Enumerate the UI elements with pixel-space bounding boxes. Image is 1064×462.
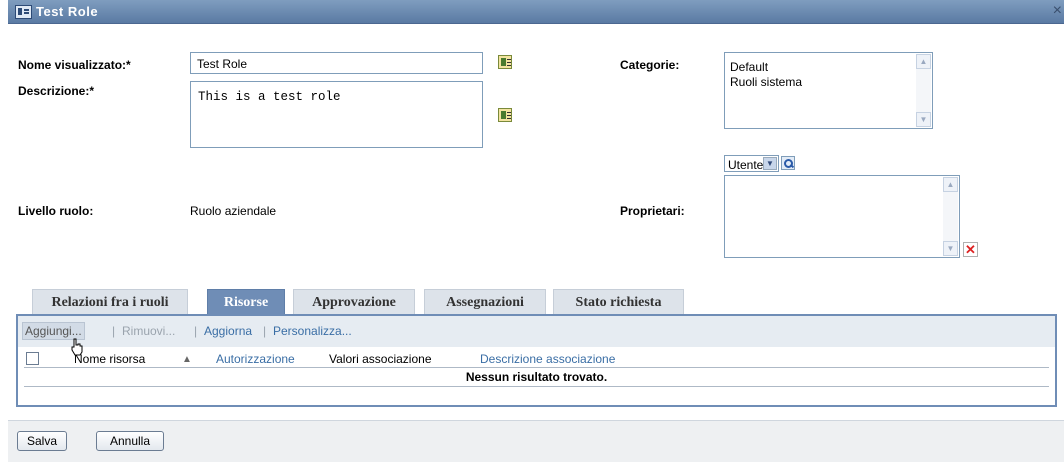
close-icon[interactable]: × bbox=[1053, 2, 1062, 20]
column-authorization[interactable]: Autorizzazione bbox=[216, 352, 295, 366]
display-name-value: Test Role bbox=[197, 57, 248, 71]
window-titlebar: Test Role × bbox=[8, 0, 1064, 24]
save-button[interactable]: Salva bbox=[17, 431, 67, 451]
select-all-checkbox[interactable] bbox=[26, 352, 39, 365]
column-binding-description[interactable]: Descrizione associazione bbox=[480, 352, 615, 366]
categories-scrollbar[interactable]: ▲ ▼ bbox=[916, 54, 931, 127]
display-name-input[interactable]: Test Role bbox=[190, 52, 483, 74]
localize-description-icon[interactable] bbox=[498, 108, 512, 122]
tab-approval[interactable]: Approvazione bbox=[293, 289, 415, 315]
categories-label: Categorie: bbox=[620, 58, 680, 72]
chevron-down-icon[interactable]: ▼ bbox=[763, 157, 777, 170]
scroll-down-icon[interactable]: ▼ bbox=[943, 241, 958, 256]
display-name-label: Nome visualizzato:* bbox=[18, 58, 131, 72]
categories-listbox[interactable]: Default Ruoli sistema ▲ ▼ bbox=[724, 52, 933, 129]
scroll-down-icon[interactable]: ▼ bbox=[916, 112, 931, 127]
toolbar-separator: | bbox=[263, 324, 267, 338]
sort-ascending-icon[interactable]: ▲ bbox=[182, 354, 192, 365]
resources-panel: Aggiungi... | Rimuovi... | Aggiorna | Pe… bbox=[16, 314, 1057, 407]
category-item[interactable]: Ruoli sistema bbox=[730, 75, 802, 89]
remove-owner-icon[interactable]: ✕ bbox=[963, 242, 978, 257]
scroll-up-icon[interactable]: ▲ bbox=[916, 54, 931, 69]
role-level-label: Livello ruolo: bbox=[18, 204, 94, 218]
category-item[interactable]: Default bbox=[730, 60, 768, 74]
scroll-up-icon[interactable]: ▲ bbox=[943, 177, 958, 192]
role-level-value: Ruolo aziendale bbox=[190, 204, 277, 218]
owners-scrollbar[interactable]: ▲ ▼ bbox=[943, 177, 958, 256]
localize-name-icon[interactable] bbox=[498, 55, 512, 69]
tab-resources[interactable]: Risorse bbox=[207, 289, 285, 315]
form-footer: Salva Annulla bbox=[8, 420, 1064, 462]
description-textarea[interactable]: This is a test role bbox=[190, 81, 483, 148]
tab-role-relationships[interactable]: Relazioni fra i ruoli bbox=[32, 289, 188, 315]
toolbar-separator: | bbox=[194, 324, 198, 338]
window-title: Test Role bbox=[36, 4, 99, 19]
column-resource-name[interactable]: Nome risorsa bbox=[74, 352, 145, 366]
hand-cursor-icon bbox=[71, 338, 83, 356]
description-value: This is a test role bbox=[198, 90, 341, 104]
tab-assignments[interactable]: Assegnazioni bbox=[424, 289, 546, 315]
owner-type-select[interactable]: Utente ▼ bbox=[724, 155, 779, 172]
owner-type-value: Utente bbox=[728, 158, 764, 172]
owners-listbox[interactable]: ▲ ▼ bbox=[724, 175, 960, 258]
remove-button[interactable]: Rimuovi... bbox=[122, 324, 175, 338]
refresh-button[interactable]: Aggiorna bbox=[204, 324, 252, 338]
customize-button[interactable]: Personalizza... bbox=[273, 324, 352, 338]
empty-results-row: Nessun risultato trovato. bbox=[24, 367, 1049, 387]
tab-request-status[interactable]: Stato richiesta bbox=[553, 289, 684, 315]
cancel-button[interactable]: Annulla bbox=[96, 431, 164, 451]
role-icon bbox=[15, 5, 32, 19]
resources-toolbar: Aggiungi... | Rimuovi... | Aggiorna | Pe… bbox=[18, 316, 1055, 347]
description-label: Descrizione:* bbox=[18, 84, 95, 98]
owners-label: Proprietari: bbox=[620, 204, 685, 218]
toolbar-separator: | bbox=[112, 324, 116, 338]
column-binding-values: Valori associazione bbox=[329, 352, 432, 366]
search-icon[interactable] bbox=[781, 156, 795, 170]
